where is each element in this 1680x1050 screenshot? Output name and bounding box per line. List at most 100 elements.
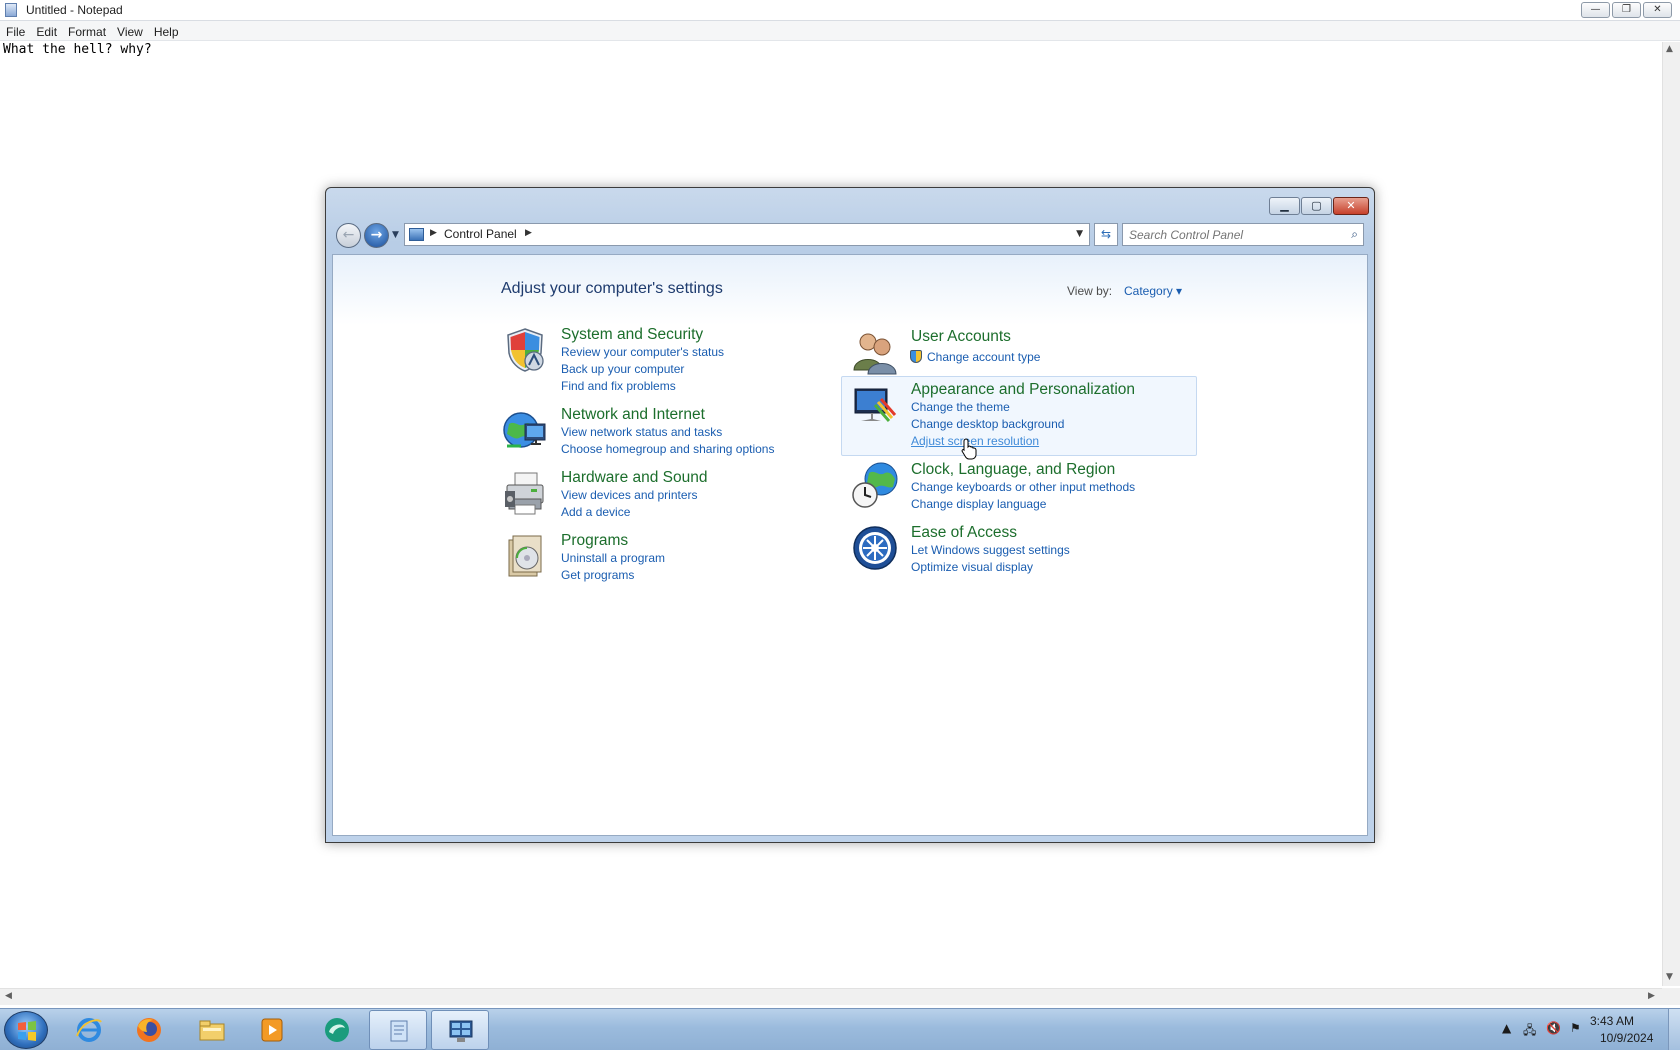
- address-dropdown-icon[interactable]: ▼: [1076, 229, 1083, 239]
- uac-shield-icon: [910, 350, 922, 363]
- network-globe-icon[interactable]: [501, 406, 549, 454]
- page-title: Adjust your computer's settings: [501, 280, 723, 297]
- tray-clock-date[interactable]: 10/9/2024: [1600, 1031, 1653, 1045]
- scrollbar-corner: [1662, 988, 1680, 1005]
- control-panel-icon: [449, 1020, 473, 1042]
- control-panel-content: Adjust your computer's settings View by:…: [332, 254, 1368, 836]
- link-keyboards[interactable]: Change keyboards or other input methods: [911, 480, 1135, 494]
- link-find-fix[interactable]: Find and fix problems: [561, 379, 676, 393]
- vertical-scrollbar[interactable]: ▲ ▼: [1662, 42, 1680, 986]
- media-player-icon: [261, 1018, 283, 1042]
- control-panel-crumb-icon: [409, 228, 424, 241]
- recent-pages-dropdown-icon[interactable]: ▼: [392, 230, 399, 240]
- monitor-paint-icon[interactable]: [851, 381, 899, 429]
- notepad-title: Untitled - Notepad: [26, 3, 123, 17]
- tray-action-center-flag-icon[interactable]: ⚑: [1570, 1021, 1581, 1035]
- category-title[interactable]: Clock, Language, and Region: [911, 461, 1115, 479]
- category-title[interactable]: User Accounts: [911, 328, 1011, 346]
- windows-logo-icon: [18, 1021, 36, 1041]
- category-title[interactable]: Network and Internet: [561, 406, 705, 424]
- taskbar-media-player[interactable]: [243, 1010, 301, 1050]
- scroll-down-icon[interactable]: ▼: [1666, 972, 1673, 982]
- clock-globe-icon[interactable]: [851, 461, 899, 509]
- address-bar[interactable]: ▶ Control Panel ▶ ▼: [404, 223, 1090, 246]
- notepad-titlebar[interactable]: Untitled - Notepad — ❐ ✕: [0, 0, 1680, 21]
- taskbar-firefox[interactable]: [120, 1010, 178, 1050]
- printer-icon[interactable]: [501, 469, 549, 517]
- link-suggest-settings[interactable]: Let Windows suggest settings: [911, 543, 1070, 557]
- refresh-button[interactable]: ⇆: [1094, 223, 1118, 246]
- taskbar-internet-explorer[interactable]: [60, 1010, 118, 1050]
- tray-volume-muted-icon[interactable]: 🔇: [1546, 1021, 1561, 1035]
- firefox-icon: [137, 1018, 161, 1042]
- link-review-status[interactable]: Review your computer's status: [561, 345, 724, 359]
- hand-pointer-icon: [961, 438, 977, 460]
- show-desktop-button[interactable]: [1668, 1009, 1680, 1050]
- menu-edit[interactable]: Edit: [30, 21, 62, 41]
- scroll-right-icon[interactable]: ▶: [1648, 991, 1655, 1001]
- view-by-dropdown[interactable]: Category ▾: [1124, 284, 1182, 298]
- link-optimize-visual[interactable]: Optimize visual display: [911, 560, 1033, 574]
- link-display-language[interactable]: Change display language: [911, 497, 1046, 511]
- start-button[interactable]: [4, 1011, 48, 1049]
- link-backup[interactable]: Back up your computer: [561, 362, 684, 376]
- users-icon[interactable]: [851, 328, 899, 376]
- scroll-up-icon[interactable]: ▲: [1666, 44, 1673, 54]
- chevron-right-icon[interactable]: ▶: [430, 228, 437, 238]
- notepad-menubar: File Edit Format View Help: [0, 21, 1680, 41]
- category-title[interactable]: System and Security: [561, 326, 703, 344]
- menu-help[interactable]: Help: [148, 21, 184, 41]
- ease-of-access-icon[interactable]: [851, 524, 899, 572]
- cp-close-button[interactable]: ✕: [1333, 197, 1369, 215]
- category-title[interactable]: Ease of Access: [911, 524, 1017, 542]
- cp-maximize-button[interactable]: ▢: [1301, 197, 1332, 215]
- category-title[interactable]: Hardware and Sound: [561, 469, 708, 487]
- notepad-icon: [390, 1020, 408, 1042]
- shield-icon[interactable]: [501, 326, 549, 374]
- notepad-close-button[interactable]: ✕: [1643, 2, 1672, 18]
- taskbar-control-panel[interactable]: [431, 1010, 489, 1050]
- forward-button[interactable]: →: [364, 223, 389, 248]
- programs-box-icon[interactable]: [501, 532, 549, 580]
- link-change-account-type[interactable]: Change account type: [927, 350, 1040, 364]
- link-get-programs[interactable]: Get programs: [561, 568, 634, 582]
- control-panel-window: ▁ ▢ ✕ ← → ▼ ▶ Control Panel ▶ ▼ ⇆ ⌕ Adju…: [325, 187, 1375, 843]
- search-box[interactable]: ⌕: [1122, 223, 1364, 246]
- link-add-device[interactable]: Add a device: [561, 505, 630, 519]
- search-input[interactable]: [1129, 226, 1339, 243]
- taskbar-file-explorer[interactable]: [183, 1010, 241, 1050]
- file-explorer-icon: [199, 1020, 225, 1041]
- menu-file[interactable]: File: [0, 21, 30, 41]
- link-change-theme[interactable]: Change the theme: [911, 400, 1010, 414]
- menu-format[interactable]: Format: [62, 21, 111, 41]
- navigation-bar: ← → ▼ ▶ Control Panel ▶ ▼ ⇆ ⌕: [336, 221, 1364, 249]
- refresh-icon: ⇆: [1100, 227, 1112, 241]
- app-icon: [325, 1018, 349, 1042]
- tray-clock-time[interactable]: 3:43 AM: [1590, 1014, 1634, 1028]
- link-homegroup[interactable]: Choose homegroup and sharing options: [561, 442, 774, 456]
- scroll-left-icon[interactable]: ◀: [5, 991, 12, 1001]
- link-devices-printers[interactable]: View devices and printers: [561, 488, 698, 502]
- tray-expand-icon[interactable]: ▲: [1502, 1021, 1511, 1035]
- link-desktop-background[interactable]: Change desktop background: [911, 417, 1064, 431]
- notepad-maximize-button[interactable]: ❐: [1612, 2, 1641, 18]
- internet-explorer-icon: [76, 1018, 102, 1042]
- back-button[interactable]: ←: [336, 223, 361, 248]
- category-title[interactable]: Appearance and Personalization: [911, 381, 1135, 399]
- link-uninstall[interactable]: Uninstall a program: [561, 551, 665, 565]
- cp-minimize-button[interactable]: ▁: [1269, 197, 1300, 215]
- taskbar-app[interactable]: [308, 1010, 366, 1050]
- search-icon[interactable]: ⌕: [1351, 227, 1358, 242]
- category-title[interactable]: Programs: [561, 532, 628, 550]
- chevron-right-icon[interactable]: ▶: [525, 228, 532, 238]
- link-network-status[interactable]: View network status and tasks: [561, 425, 722, 439]
- tray-network-icon[interactable]: 🖧: [1523, 1021, 1536, 1042]
- taskbar-notepad[interactable]: [369, 1010, 427, 1050]
- horizontal-scrollbar[interactable]: ◀ ▶: [0, 988, 1662, 1005]
- notepad-text-area[interactable]: What the hell? why?: [3, 42, 152, 57]
- menu-view[interactable]: View: [111, 21, 148, 41]
- breadcrumb-control-panel[interactable]: Control Panel: [444, 227, 517, 241]
- view-by-label: View by:: [1067, 284, 1113, 298]
- notepad-minimize-button[interactable]: —: [1581, 2, 1610, 18]
- taskbar: ▲ 🖧 🔇 ⚑ 3:43 AM 10/9/2024: [0, 1008, 1680, 1050]
